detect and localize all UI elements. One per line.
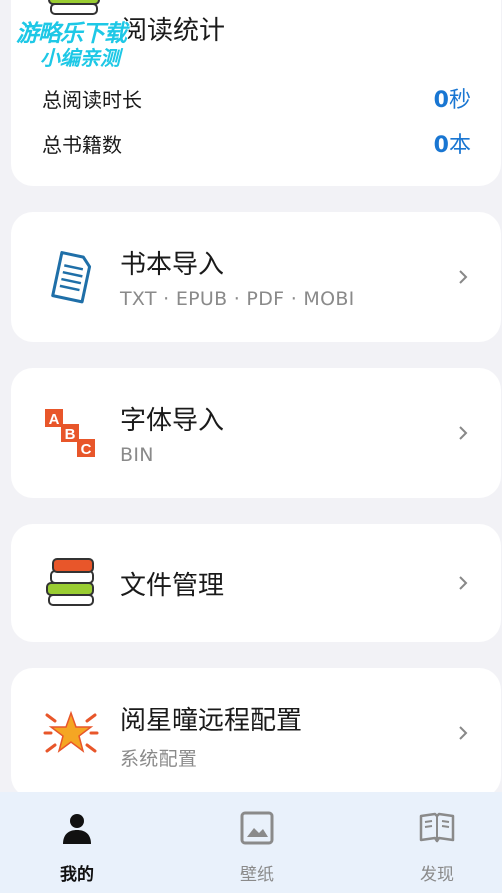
menu-title: 书本导入 [120,250,225,280]
total-books-value: 0本 [433,133,471,158]
menu-item-book-import[interactable]: 书本导入 TXT · EPUB · PDF · MOBI [11,212,501,342]
total-books-row: 总书籍数 0本 [42,129,471,159]
tab-discover[interactable]: 发现 [377,792,497,893]
svg-text:C: C [81,441,92,458]
menu-subtitle: 系统配置 [120,748,198,770]
star-burst-icon [43,710,99,753]
svg-text:A: A [49,411,60,428]
chevron-right-icon [459,726,468,740]
menu-title: 文件管理 [120,571,225,601]
tab-label: 我的 [60,865,94,885]
total-reading-time-value: 0秒 [433,88,471,113]
menu-title: 字体导入 [120,406,225,436]
menu-subtitle: TXT · EPUB · PDF · MOBI [120,288,355,310]
books-stack-icon [46,558,94,606]
menu-subtitle: BIN [120,444,154,466]
image-icon [240,811,274,845]
total-books-label: 总书籍数 [42,133,122,157]
menu-item-font-import[interactable]: A B C 字体导入 BIN [11,368,501,498]
total-reading-time-row: 总阅读时长 0秒 [42,84,471,114]
document-icon [51,251,92,304]
tab-mine[interactable]: 我的 [17,792,137,893]
tab-wallpaper[interactable]: 壁纸 [197,792,317,893]
tab-label: 发现 [420,865,454,885]
person-icon [63,814,91,844]
total-reading-time-label: 总阅读时长 [42,88,142,112]
watermark: 游略乐下载 小编亲测 [16,21,127,70]
chevron-right-icon [459,426,468,440]
menu-item-file-management[interactable]: 文件管理 [11,524,501,642]
open-book-icon [419,812,455,843]
menu-title: 阅星曈远程配置 [120,706,303,736]
abc-blocks-icon: A B C [45,409,95,458]
svg-text:B: B [65,426,76,443]
bottom-tab-bar: 我的 壁纸 发现 [0,792,502,893]
chevron-right-icon [459,270,468,284]
tab-label: 壁纸 [240,865,274,885]
menu-item-remote-config[interactable]: 阅星曈远程配置 系统配置 [11,668,501,798]
chevron-right-icon [459,576,468,590]
